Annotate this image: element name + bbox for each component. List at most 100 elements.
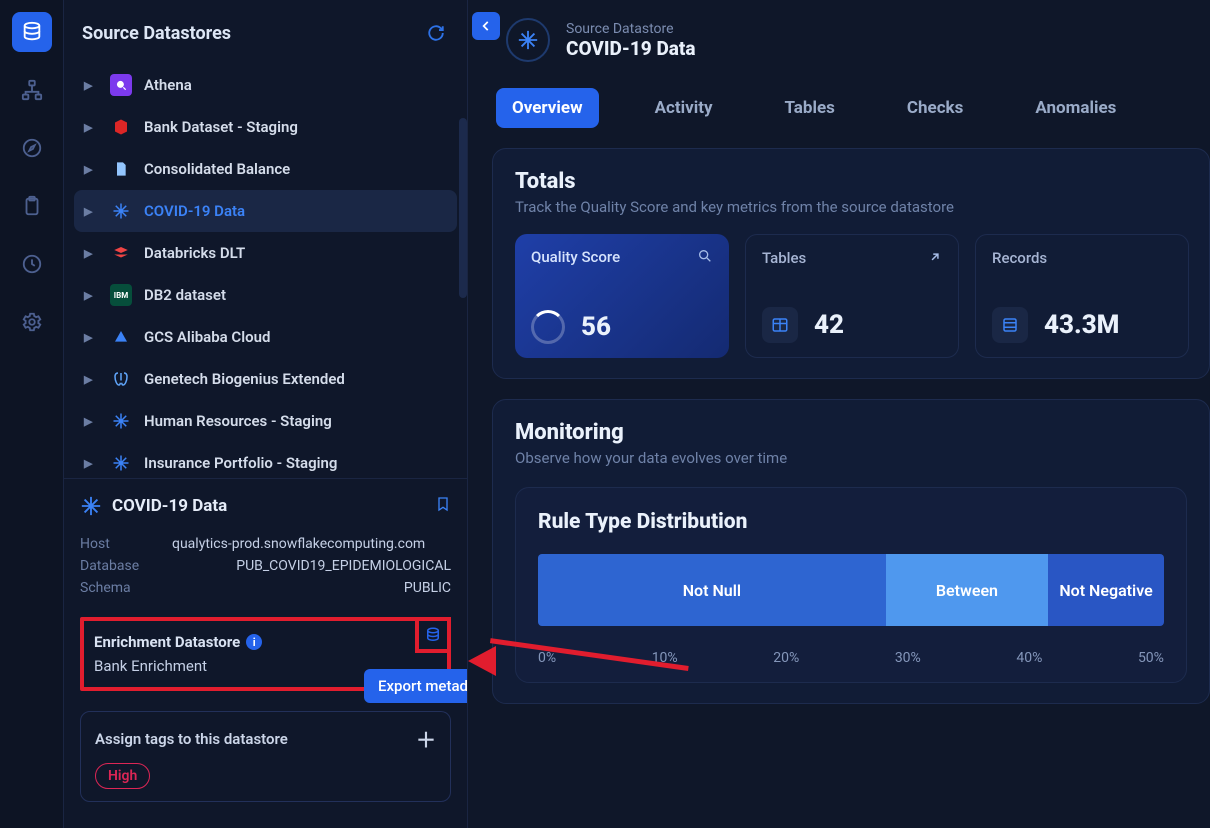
annotation-arrow xyxy=(468,646,496,676)
sidebar-item-label: GCS Alibaba Cloud xyxy=(144,328,270,346)
scrollbar[interactable] xyxy=(459,118,467,298)
host-value: qualytics-prod.snowflakecomputing.com xyxy=(172,536,451,552)
sidebar-item-genetech[interactable]: ▶ Genetech Biogenius Extended xyxy=(74,358,457,400)
nav-rail xyxy=(0,0,64,828)
axis-tick: 40% xyxy=(1016,650,1042,666)
sidebar-item-insurance[interactable]: ▶ Insurance Portfolio - Staging xyxy=(74,442,457,478)
info-icon[interactable]: i xyxy=(246,634,262,650)
sidebar: Source Datastores ▶ Athena ▶ Bank Datase… xyxy=(64,0,468,828)
metric-label: Records xyxy=(992,249,1047,267)
clock-icon[interactable] xyxy=(12,244,52,284)
tabs: Overview Activity Tables Checks Anomalie… xyxy=(496,88,1210,128)
search-icon xyxy=(697,248,713,268)
tab-activity[interactable]: Activity xyxy=(639,88,729,128)
export-metadata-button[interactable] xyxy=(415,617,451,653)
refresh-icon[interactable] xyxy=(423,20,449,46)
enrichment-title: Enrichment Datastore i xyxy=(94,633,437,651)
chevron-right-icon: ▶ xyxy=(84,331,98,344)
axis-tick: 20% xyxy=(773,650,799,666)
sidebar-item-covid[interactable]: ▶ COVID-19 Data xyxy=(74,190,457,232)
clipboard-icon[interactable] xyxy=(12,186,52,226)
chevron-right-icon: ▶ xyxy=(84,289,98,302)
table-icon xyxy=(762,307,798,343)
tag-high[interactable]: High xyxy=(95,763,150,789)
sidebar-item-label: Bank Dataset - Staging xyxy=(144,118,298,136)
bar-segment: Not Null xyxy=(538,554,886,626)
chevron-right-icon: ▶ xyxy=(84,247,98,260)
sidebar-item-label: Athena xyxy=(144,76,192,94)
snowflake-icon xyxy=(110,410,132,432)
sidebar-item-label: Human Resources - Staging xyxy=(144,412,332,430)
sidebar-item-consolidated[interactable]: ▶ Consolidated Balance xyxy=(74,148,457,190)
chart-title: Rule Type Distribution xyxy=(538,510,1164,534)
main-content: Source Datastore COVID-19 Data Overview … xyxy=(468,0,1210,828)
schema-value: PUBLIC xyxy=(172,580,451,596)
tab-anomalies[interactable]: Anomalies xyxy=(1019,88,1132,128)
metric-records[interactable]: Records 43.3M xyxy=(975,234,1189,358)
gcs-icon xyxy=(110,326,132,348)
redshift-icon xyxy=(110,116,132,138)
axis-tick: 30% xyxy=(895,650,921,666)
sidebar-item-athena[interactable]: ▶ Athena xyxy=(74,64,457,106)
tab-overview[interactable]: Overview xyxy=(496,88,599,128)
snowflake-icon xyxy=(110,452,132,474)
chevron-right-icon: ▶ xyxy=(84,205,98,218)
records-icon xyxy=(992,307,1028,343)
sidebar-item-label: Consolidated Balance xyxy=(144,160,290,178)
page-title: COVID-19 Data xyxy=(566,37,696,60)
tab-checks[interactable]: Checks xyxy=(891,88,980,128)
postgres-icon xyxy=(110,368,132,390)
metric-label: Quality Score xyxy=(531,248,620,266)
sidebar-item-gcs[interactable]: ▶ GCS Alibaba Cloud xyxy=(74,316,457,358)
bar-segment: Between xyxy=(886,554,1048,626)
gear-icon[interactable] xyxy=(12,302,52,342)
totals-title: Totals xyxy=(515,169,1187,194)
spinner-icon xyxy=(531,310,565,344)
sidebar-item-databricks[interactable]: ▶ Databricks DLT xyxy=(74,232,457,274)
sidebar-item-hr[interactable]: ▶ Human Resources - Staging xyxy=(74,400,457,442)
arrow-icon xyxy=(928,249,942,268)
datastore-detail: COVID-19 Data Hostqualytics-prod.snowfla… xyxy=(64,478,467,822)
sidebar-item-bank-dataset[interactable]: ▶ Bank Dataset - Staging xyxy=(74,106,457,148)
tags-label: Assign tags to this datastore xyxy=(95,730,288,748)
monitoring-subtitle: Observe how your data evolves over time xyxy=(515,449,1187,467)
database-label: Database xyxy=(80,558,172,574)
bookmark-icon[interactable] xyxy=(435,496,451,516)
chevron-right-icon: ▶ xyxy=(84,457,98,470)
snowflake-icon xyxy=(110,200,132,222)
metric-value: 56 xyxy=(581,312,611,342)
snowflake-icon xyxy=(80,495,102,517)
db2-icon: IBM xyxy=(110,284,132,306)
tab-tables[interactable]: Tables xyxy=(769,88,851,128)
metric-quality-score[interactable]: Quality Score 56 xyxy=(515,234,729,358)
chevron-right-icon: ▶ xyxy=(84,163,98,176)
datastores-icon[interactable] xyxy=(12,12,52,52)
add-tag-button[interactable]: ＋ xyxy=(416,724,436,753)
athena-icon xyxy=(110,74,132,96)
hierarchy-icon[interactable] xyxy=(12,70,52,110)
sidebar-item-label: Genetech Biogenius Extended xyxy=(144,370,345,388)
chevron-right-icon: ▶ xyxy=(84,79,98,92)
metric-value: 42 xyxy=(814,310,844,340)
chevron-right-icon: ▶ xyxy=(84,121,98,134)
bar-segment: Not Negative xyxy=(1048,554,1164,626)
chevron-right-icon: ▶ xyxy=(84,415,98,428)
export-tooltip: Export metadata xyxy=(364,669,467,703)
tags-card: Assign tags to this datastore ＋ High xyxy=(80,711,451,802)
totals-panel: Totals Track the Quality Score and key m… xyxy=(492,148,1210,379)
enrichment-card: Enrichment Datastore i Bank Enrichment E… xyxy=(80,617,451,691)
host-label: Host xyxy=(80,536,172,552)
metric-tables[interactable]: Tables 42 xyxy=(745,234,959,358)
file-icon xyxy=(110,158,132,180)
breadcrumb-label: Source Datastore xyxy=(566,21,696,37)
sidebar-item-label: COVID-19 Data xyxy=(144,202,245,220)
collapse-sidebar-button[interactable] xyxy=(472,12,500,40)
database-value: PUB_COVID19_EPIDEMIOLOGICAL xyxy=(172,558,451,574)
rule-type-chart: Rule Type Distribution Not NullBetweenNo… xyxy=(515,487,1187,683)
sidebar-title: Source Datastores xyxy=(82,23,231,44)
datastore-list: ▶ Athena ▶ Bank Dataset - Staging ▶ Cons… xyxy=(64,58,467,478)
totals-subtitle: Track the Quality Score and key metrics … xyxy=(515,198,1187,216)
metric-label: Tables xyxy=(762,249,806,267)
compass-icon[interactable] xyxy=(12,128,52,168)
sidebar-item-db2[interactable]: ▶ IBM DB2 dataset xyxy=(74,274,457,316)
